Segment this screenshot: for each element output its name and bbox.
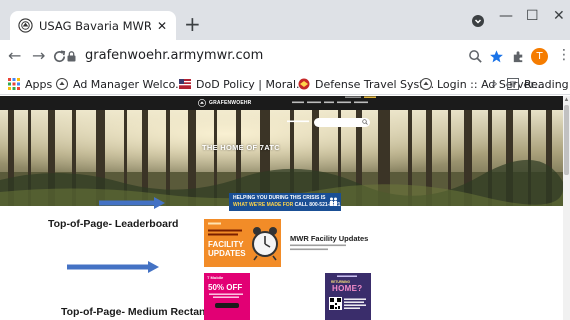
extensions-icon[interactable] [511,49,526,64]
tmobile-offer: 50% OFF [208,283,243,292]
mwr-location-text [208,229,242,236]
tab-search-icon[interactable] [471,14,485,28]
reading-list-icon [507,78,519,90]
maximize-button[interactable]: ☐ [526,8,539,24]
site-search-input[interactable] [314,118,370,127]
site-logo-text: GRAFENWOEHR [209,100,252,106]
returning-home-ad[interactable]: RETURNING HOME? [325,273,371,320]
tmobile-fineprint [209,293,243,298]
lock-icon[interactable] [67,51,76,62]
close-window-button[interactable]: ✕ [553,8,565,24]
browser-toolbar: ← → grafenwoehr.armymwr.com T ⋮ [0,40,570,73]
army-seal-icon [56,78,68,90]
mwr-facility-title[interactable]: MWR Facility Updates [290,234,368,243]
bookmarks-overflow-button[interactable]: » [491,77,498,90]
bookmark-dod-policy[interactable]: DoD Policy | Moral... [179,76,307,92]
flag-icon [179,79,191,89]
crisis-line-2: WHAT WE'RE MADE FOR CALL 800-521-8921 [233,202,341,208]
arrow-right-icon [67,261,159,273]
forest-background [0,110,563,206]
scroll-thumb[interactable] [564,105,569,175]
crisis-line-1: HELPING YOU DURING THIS CRISIS IS [233,195,326,201]
family-icon [330,197,337,206]
reload-icon[interactable] [52,49,67,64]
tmobile-cta-button[interactable] [215,303,239,308]
site-logo-icon [198,99,206,107]
mwr-facility-headline: FACILITY UPDATES [208,240,246,258]
page-content: GRAFENWOEHR THE HOME OF 7ATC HELPING YOU… [0,96,563,320]
search-icon[interactable] [362,119,368,125]
homes-description [344,298,366,309]
site-header: GRAFENWOEHR [0,96,563,110]
minimize-button[interactable]: — [499,8,513,24]
mwr-facility-ad-image[interactable]: FACILITY UPDATES [204,219,281,267]
alarm-clock-icon [252,227,278,261]
tab-close-icon[interactable]: ✕ [157,19,167,33]
bookmark-apps[interactable]: Apps [8,76,52,92]
qr-code-icon [329,297,342,310]
bookmark-ad-manager[interactable]: Ad Manager Welco... [56,76,186,92]
eagle-icon [298,78,310,90]
tmobile-brand: T Mobile [207,275,224,280]
bookmark-label: Ad Manager Welco... [73,77,186,91]
site-utility-links[interactable] [345,96,385,99]
army-seal-icon [18,18,33,33]
bookmark-label: Apps [25,77,53,91]
tmobile-ad[interactable]: T Mobile 50% OFF [204,273,250,320]
tab-title: USAG Bavaria MWR | Serving Gra [39,18,151,33]
menu-kebab-icon[interactable]: ⋮ [557,47,570,63]
search-label-bar [287,120,309,123]
bookmarks-bar: Apps Ad Manager Welco... DoD Policy | Mo… [0,73,570,95]
tab-strip: USAG Bavaria MWR | Serving Gra ✕ + — ☐ ✕ [0,0,570,40]
back-button[interactable]: ← [8,47,21,65]
army-seal-icon [420,78,432,90]
medium-rectangle-label: Top-of-Page- Medium Rectangle [61,306,221,318]
forward-button[interactable]: → [32,47,45,65]
zoom-icon[interactable] [468,49,483,64]
scroll-up-icon[interactable]: ▲ [563,96,570,104]
mwr-facility-description [290,244,346,251]
site-nav-menu[interactable] [292,100,372,105]
site-logo[interactable]: GRAFENWOEHR [198,99,251,107]
browser-window: USAG Bavaria MWR | Serving Gra ✕ + — ☐ ✕… [0,0,570,320]
homes-brand [337,275,357,277]
arrow-right-icon [99,197,165,209]
apps-grid-icon [8,78,20,90]
hero-title: THE HOME OF 7ATC [202,143,280,152]
reading-list-button[interactable]: Reading list [507,76,570,92]
new-tab-button[interactable]: + [184,14,201,34]
mwr-logo [208,222,221,225]
reading-list-label: Reading list [524,77,570,91]
bookmark-label: Defense Travel Syst... [315,77,435,91]
leaderboard-label: Top-of-Page- Leaderboard [48,218,179,230]
address-bar[interactable]: grafenwoehr.armymwr.com [85,48,263,63]
homes-line-2: HOME? [332,284,363,293]
tab-active[interactable]: USAG Bavaria MWR | Serving Gra ✕ [10,11,176,40]
page-scrollbar[interactable]: ▲ [563,96,570,320]
bookmark-star-icon[interactable] [489,49,504,64]
profile-avatar[interactable]: T [531,48,548,65]
bookmark-defense-travel[interactable]: Defense Travel Syst... [298,76,434,92]
leaderboard-ad[interactable]: HELPING YOU DURING THIS CRISIS IS WHAT W… [229,193,341,211]
hero-banner: THE HOME OF 7ATC [0,110,563,206]
bookmark-label: DoD Policy | Moral... [196,77,307,91]
